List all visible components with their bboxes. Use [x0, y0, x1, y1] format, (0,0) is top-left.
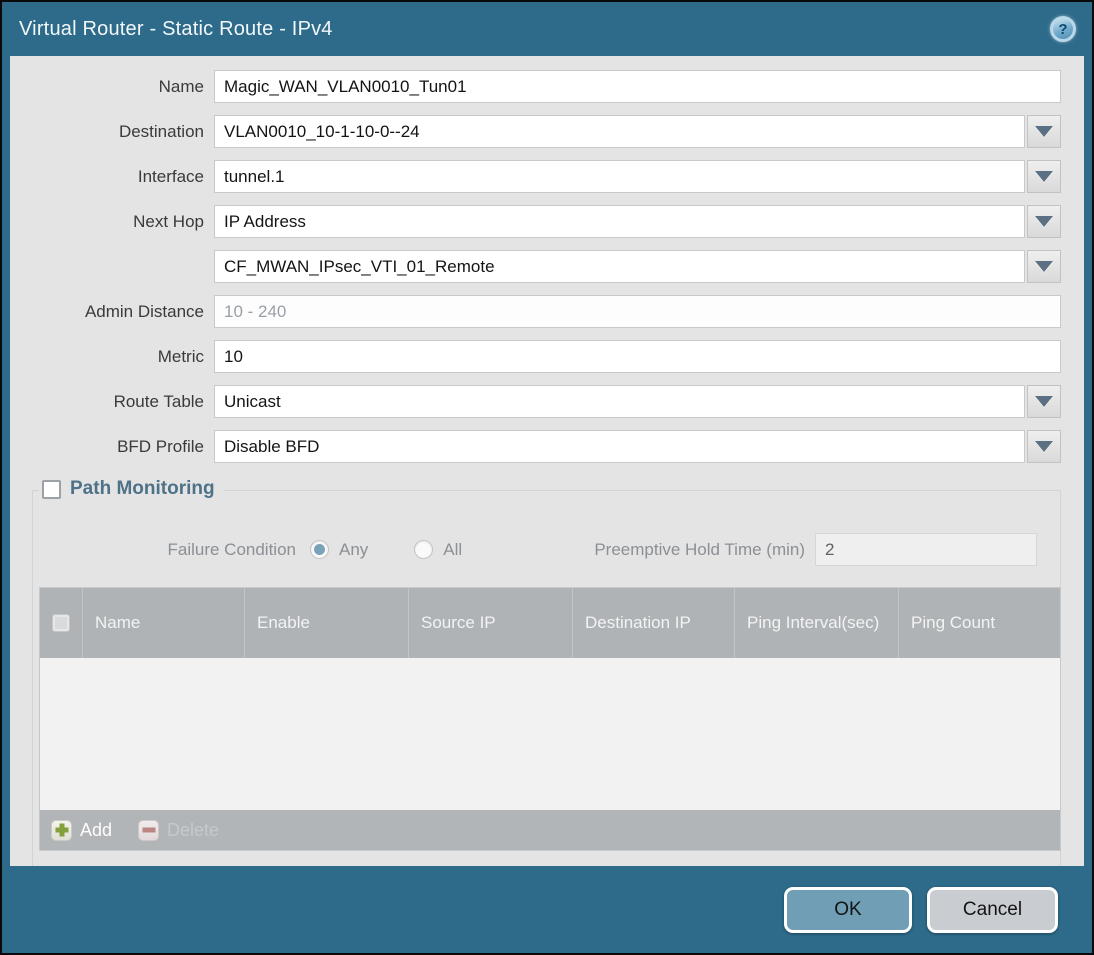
failure-condition-all-label: All — [443, 539, 463, 559]
static-route-dialog: Virtual Router - Static Route - IPv4 ? N… — [0, 0, 1094, 955]
preemptive-hold-time-label: Preemptive Hold Time (min) — [594, 539, 805, 559]
bfd-profile-row: BFD Profile — [10, 430, 1061, 463]
bfd-profile-dropdown-button[interactable] — [1027, 430, 1061, 463]
admin-distance-input[interactable] — [214, 295, 1061, 328]
next-hop-row: Next Hop — [10, 205, 1061, 238]
route-table-dropdown-button[interactable] — [1027, 385, 1061, 418]
interface-row: Interface — [10, 160, 1061, 193]
path-monitoring-checkbox[interactable] — [42, 479, 61, 499]
failure-condition-label: Failure Condition — [167, 539, 296, 559]
table-toolbar: Add Delete — [40, 810, 1060, 850]
add-button[interactable]: Add — [51, 819, 113, 841]
route-table-label: Route Table — [113, 391, 204, 411]
table-header-row: Name Enable Source IP Destination IP Pin… — [40, 588, 1060, 658]
help-icon[interactable]: ? — [1050, 16, 1076, 42]
add-button-label: Add — [80, 819, 113, 840]
interface-input[interactable] — [214, 160, 1025, 193]
delete-button[interactable]: Delete — [138, 819, 220, 841]
name-label: Name — [158, 76, 204, 96]
table-header-checkbox-cell — [40, 588, 82, 658]
chevron-down-icon — [1035, 396, 1053, 407]
cancel-button[interactable]: Cancel — [927, 886, 1058, 933]
destination-label: Destination — [118, 121, 204, 141]
dialog-titlebar: Virtual Router - Static Route - IPv4 ? — [2, 2, 1092, 56]
path-monitoring-table: Name Enable Source IP Destination IP Pin… — [39, 587, 1061, 851]
name-row: Name — [10, 70, 1061, 103]
route-table-input[interactable] — [214, 385, 1025, 418]
name-input[interactable] — [214, 70, 1061, 103]
admin-distance-row: Admin Distance — [10, 295, 1061, 328]
interface-label: Interface — [137, 166, 204, 186]
chevron-down-icon — [1035, 171, 1053, 182]
destination-dropdown-button[interactable] — [1027, 115, 1061, 148]
interface-field-wrap — [214, 160, 1061, 193]
path-monitoring-title: Path Monitoring — [70, 478, 215, 499]
radio-selected-dot — [314, 544, 325, 555]
destination-input[interactable] — [214, 115, 1025, 148]
next-hop-address-input[interactable] — [214, 250, 1025, 283]
dialog-footer: OK Cancel — [2, 866, 1092, 953]
next-hop-address-dropdown-button[interactable] — [1027, 250, 1061, 283]
destination-field-wrap — [214, 115, 1061, 148]
table-header-ping-interval[interactable]: Ping Interval(sec) — [734, 588, 898, 658]
table-header-destination-ip[interactable]: Destination IP — [572, 588, 734, 658]
chevron-down-icon — [1035, 441, 1053, 452]
table-body-empty — [40, 658, 1060, 810]
path-monitoring-legend: Path Monitoring — [39, 478, 224, 500]
route-table-row: Route Table — [10, 385, 1061, 418]
table-header-name[interactable]: Name — [82, 588, 244, 658]
bfd-profile-label: BFD Profile — [117, 436, 204, 456]
table-header-ping-count[interactable]: Ping Count — [898, 588, 1060, 658]
metric-row: Metric — [10, 340, 1061, 373]
plus-icon — [51, 819, 72, 841]
metric-label: Metric — [157, 346, 204, 366]
table-header-enable[interactable]: Enable — [244, 588, 408, 658]
destination-row: Destination — [10, 115, 1061, 148]
metric-field-wrap — [214, 340, 1061, 373]
dialog-title: Virtual Router - Static Route - IPv4 — [19, 17, 333, 40]
name-field-wrap — [214, 70, 1061, 103]
next-hop-field-wrap — [214, 205, 1061, 238]
metric-input[interactable] — [214, 340, 1061, 373]
chevron-down-icon — [1035, 216, 1053, 227]
table-header-source-ip[interactable]: Source IP — [408, 588, 572, 658]
admin-distance-field-wrap — [214, 295, 1061, 328]
failure-condition-any-radio[interactable] — [310, 540, 329, 559]
next-hop-type-dropdown-button[interactable] — [1027, 205, 1061, 238]
path-monitoring-fieldset: Path Monitoring Failure Condition Any Al… — [32, 478, 1061, 866]
chevron-down-icon — [1035, 261, 1053, 272]
next-hop-label: Next Hop — [133, 211, 204, 231]
failure-condition-all-radio[interactable] — [414, 540, 434, 559]
failure-condition-any-label: Any — [339, 539, 369, 559]
interface-dropdown-button[interactable] — [1027, 160, 1061, 193]
failure-condition-row: Failure Condition Any All Preemptive Hol… — [66, 533, 1037, 566]
chevron-down-icon — [1035, 126, 1053, 137]
ok-button[interactable]: OK — [784, 886, 912, 933]
route-table-field-wrap — [214, 385, 1061, 418]
next-hop-type-input[interactable] — [214, 205, 1025, 238]
minus-icon — [138, 819, 160, 841]
dialog-body: Name Destination Interface Next Hop — [10, 56, 1084, 866]
bfd-profile-field-wrap — [214, 430, 1061, 463]
next-hop-address-field-wrap — [214, 250, 1061, 283]
preemptive-hold-time-input[interactable] — [815, 533, 1037, 566]
admin-distance-label: Admin Distance — [84, 301, 204, 321]
select-all-checkbox[interactable] — [52, 614, 70, 632]
delete-button-label: Delete — [167, 819, 220, 840]
next-hop-address-row — [10, 250, 1061, 283]
bfd-profile-input[interactable] — [214, 430, 1025, 463]
